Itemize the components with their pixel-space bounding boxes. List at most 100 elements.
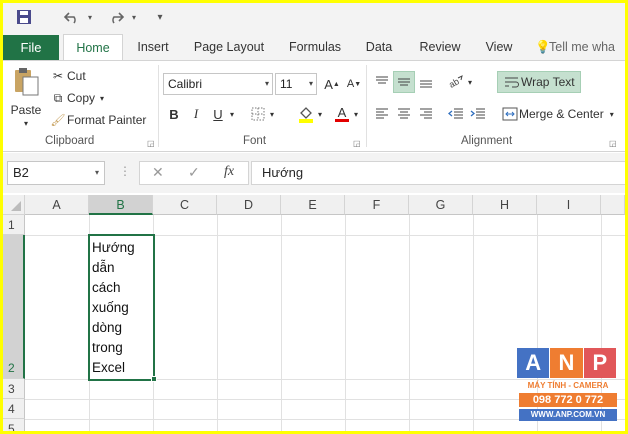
logo-letter: P	[583, 348, 616, 378]
paste-dropdown-icon: ▾	[23, 119, 28, 128]
customize-qat-button[interactable]: ▾	[153, 6, 167, 28]
cancel-icon[interactable]: ✕	[152, 164, 164, 181]
decrease-indent-icon[interactable]	[445, 103, 467, 125]
underline-button[interactable]: U	[207, 103, 229, 125]
name-box[interactable]: B2 ▾	[7, 161, 105, 185]
borders-dropdown-icon[interactable]: ▾	[267, 103, 277, 125]
font-group-label: Font	[243, 135, 267, 147]
alignment-group-label: Alignment	[461, 135, 513, 147]
row-header[interactable]: 4	[3, 399, 25, 419]
decrease-font-size-button[interactable]: A ▼	[343, 73, 365, 95]
tab-review[interactable]: Review	[413, 37, 467, 61]
active-cell-b2[interactable]: Hướng dẫn cách xuống dòng trong Excel	[88, 234, 155, 381]
chevron-down-icon: ▾	[94, 168, 99, 177]
align-top-icon[interactable]	[371, 71, 393, 93]
align-right-icon[interactable]	[415, 103, 437, 125]
group-separator	[158, 65, 159, 147]
underline-dropdown-icon[interactable]: ▾	[227, 103, 237, 125]
anp-watermark-logo: A N P MÁY TÍNH - CAMERA 098 772 0 772 WW…	[517, 348, 617, 424]
column-header[interactable]: H	[473, 195, 537, 215]
row-header-selected[interactable]: 2	[3, 235, 25, 379]
paste-icon	[12, 67, 40, 97]
align-middle-icon[interactable]	[393, 71, 415, 93]
tab-formulas[interactable]: Formulas	[284, 37, 346, 61]
anp-logo-letters: A N P	[517, 348, 617, 380]
undo-dropdown-icon[interactable]: ▾	[85, 6, 95, 28]
fill-color-icon[interactable]	[295, 103, 317, 125]
wrap-text-button[interactable]: Wrap Text	[497, 71, 581, 93]
paintbrush-icon: 🖌	[50, 113, 66, 127]
align-left-icon[interactable]	[371, 103, 393, 125]
row-header[interactable]: 3	[3, 379, 25, 399]
tab-insert[interactable]: Insert	[131, 37, 175, 61]
merge-center-button[interactable]: Merge & Center ▾	[497, 103, 618, 125]
logo-tagline: MÁY TÍNH - CAMERA	[527, 381, 609, 390]
row-header[interactable]: 5	[3, 419, 25, 431]
row-header[interactable]: 1	[3, 215, 25, 235]
paste-button[interactable]: Paste ▾	[9, 67, 43, 128]
enter-icon[interactable]: ✓	[188, 164, 200, 181]
logo-website: WWW.ANP.COM.VN	[519, 409, 617, 421]
column-header[interactable]: C	[153, 195, 217, 215]
group-separator	[366, 65, 367, 147]
column-header[interactable]: D	[217, 195, 281, 215]
tab-file[interactable]: File	[3, 35, 59, 61]
increase-font-size-button[interactable]: A ▲	[321, 73, 343, 95]
cell-b2-text: Hướng dẫn cách xuống dòng trong Excel	[92, 240, 135, 375]
alignment-launcher-icon[interactable]: ◲	[609, 139, 617, 148]
chevron-down-icon: ▾	[308, 79, 313, 88]
redo-dropdown-icon[interactable]: ▾	[129, 6, 139, 28]
formula-buttons: ✕ ✓ fx	[139, 161, 249, 185]
chevron-down-icon: ▾	[264, 79, 269, 88]
ribbon-home: Paste ▾ ✂ Cut ⧉ Copy ▾ 🖌 Format Painter Clip…	[3, 60, 625, 152]
tab-data[interactable]: Data	[361, 37, 397, 61]
merge-dropdown-icon: ▾	[609, 109, 614, 119]
quick-access-toolbar: ▾ ▾ ▾	[3, 3, 625, 31]
italic-button[interactable]: I	[185, 103, 207, 125]
clipboard-group-label: Clipboard	[45, 135, 95, 147]
column-header[interactable]: I	[537, 195, 601, 215]
excel-window: ▾ ▾ ▾ File Home Insert Page Layout Formu…	[3, 3, 625, 431]
logo-letter: A	[517, 348, 550, 378]
cut-button[interactable]: ✂ Cut	[49, 67, 86, 85]
clipboard-launcher-icon[interactable]: ◲	[147, 139, 155, 148]
increase-indent-icon[interactable]	[467, 103, 489, 125]
formula-bar-grip-icon: ⋮	[119, 164, 131, 178]
lightbulb-icon: 💡	[535, 40, 551, 54]
column-header[interactable]: E	[281, 195, 345, 215]
fill-color-dropdown-icon[interactable]: ▾	[315, 103, 325, 125]
tab-page-layout[interactable]: Page Layout	[189, 37, 269, 61]
copy-dropdown-icon: ▾	[100, 93, 105, 103]
column-header[interactable]: F	[345, 195, 409, 215]
font-color-button[interactable]: A	[331, 103, 353, 125]
ribbon-tabs: File Home Insert Page Layout Formulas Da…	[3, 31, 625, 62]
orientation-icon[interactable]: ab	[445, 71, 467, 93]
logo-phone: 098 772 0 772	[519, 393, 617, 407]
copy-button[interactable]: ⧉ Copy ▾	[49, 89, 104, 107]
borders-icon[interactable]	[247, 103, 269, 125]
undo-icon[interactable]	[59, 6, 85, 28]
column-header[interactable]	[601, 195, 625, 215]
font-family-select[interactable]: Calibri ▾	[163, 73, 273, 95]
formula-input[interactable]: Hướng	[251, 161, 625, 185]
align-bottom-icon[interactable]	[415, 71, 437, 93]
font-size-select[interactable]: 11 ▾	[275, 73, 317, 95]
column-header[interactable]: G	[409, 195, 473, 215]
tab-home[interactable]: Home	[63, 34, 123, 62]
orientation-dropdown-icon[interactable]: ▾	[465, 71, 475, 93]
align-center-icon[interactable]	[393, 103, 415, 125]
column-header-selected[interactable]: B	[89, 195, 153, 215]
bold-button[interactable]: B	[163, 103, 185, 125]
save-icon[interactable]	[13, 6, 35, 28]
format-painter-button[interactable]: 🖌 Format Painter	[49, 111, 146, 129]
fill-handle[interactable]	[151, 376, 157, 382]
tab-view[interactable]: View	[481, 37, 517, 61]
column-header[interactable]: A	[25, 195, 89, 215]
tell-me-box[interactable]: 💡Tell me wha	[535, 37, 625, 61]
font-color-dropdown-icon[interactable]: ▾	[351, 103, 361, 125]
redo-icon[interactable]	[103, 6, 129, 28]
merge-center-icon	[501, 107, 519, 121]
insert-function-icon[interactable]: fx	[224, 164, 234, 180]
font-launcher-icon[interactable]: ◲	[353, 139, 361, 148]
select-all-corner[interactable]	[3, 195, 25, 215]
